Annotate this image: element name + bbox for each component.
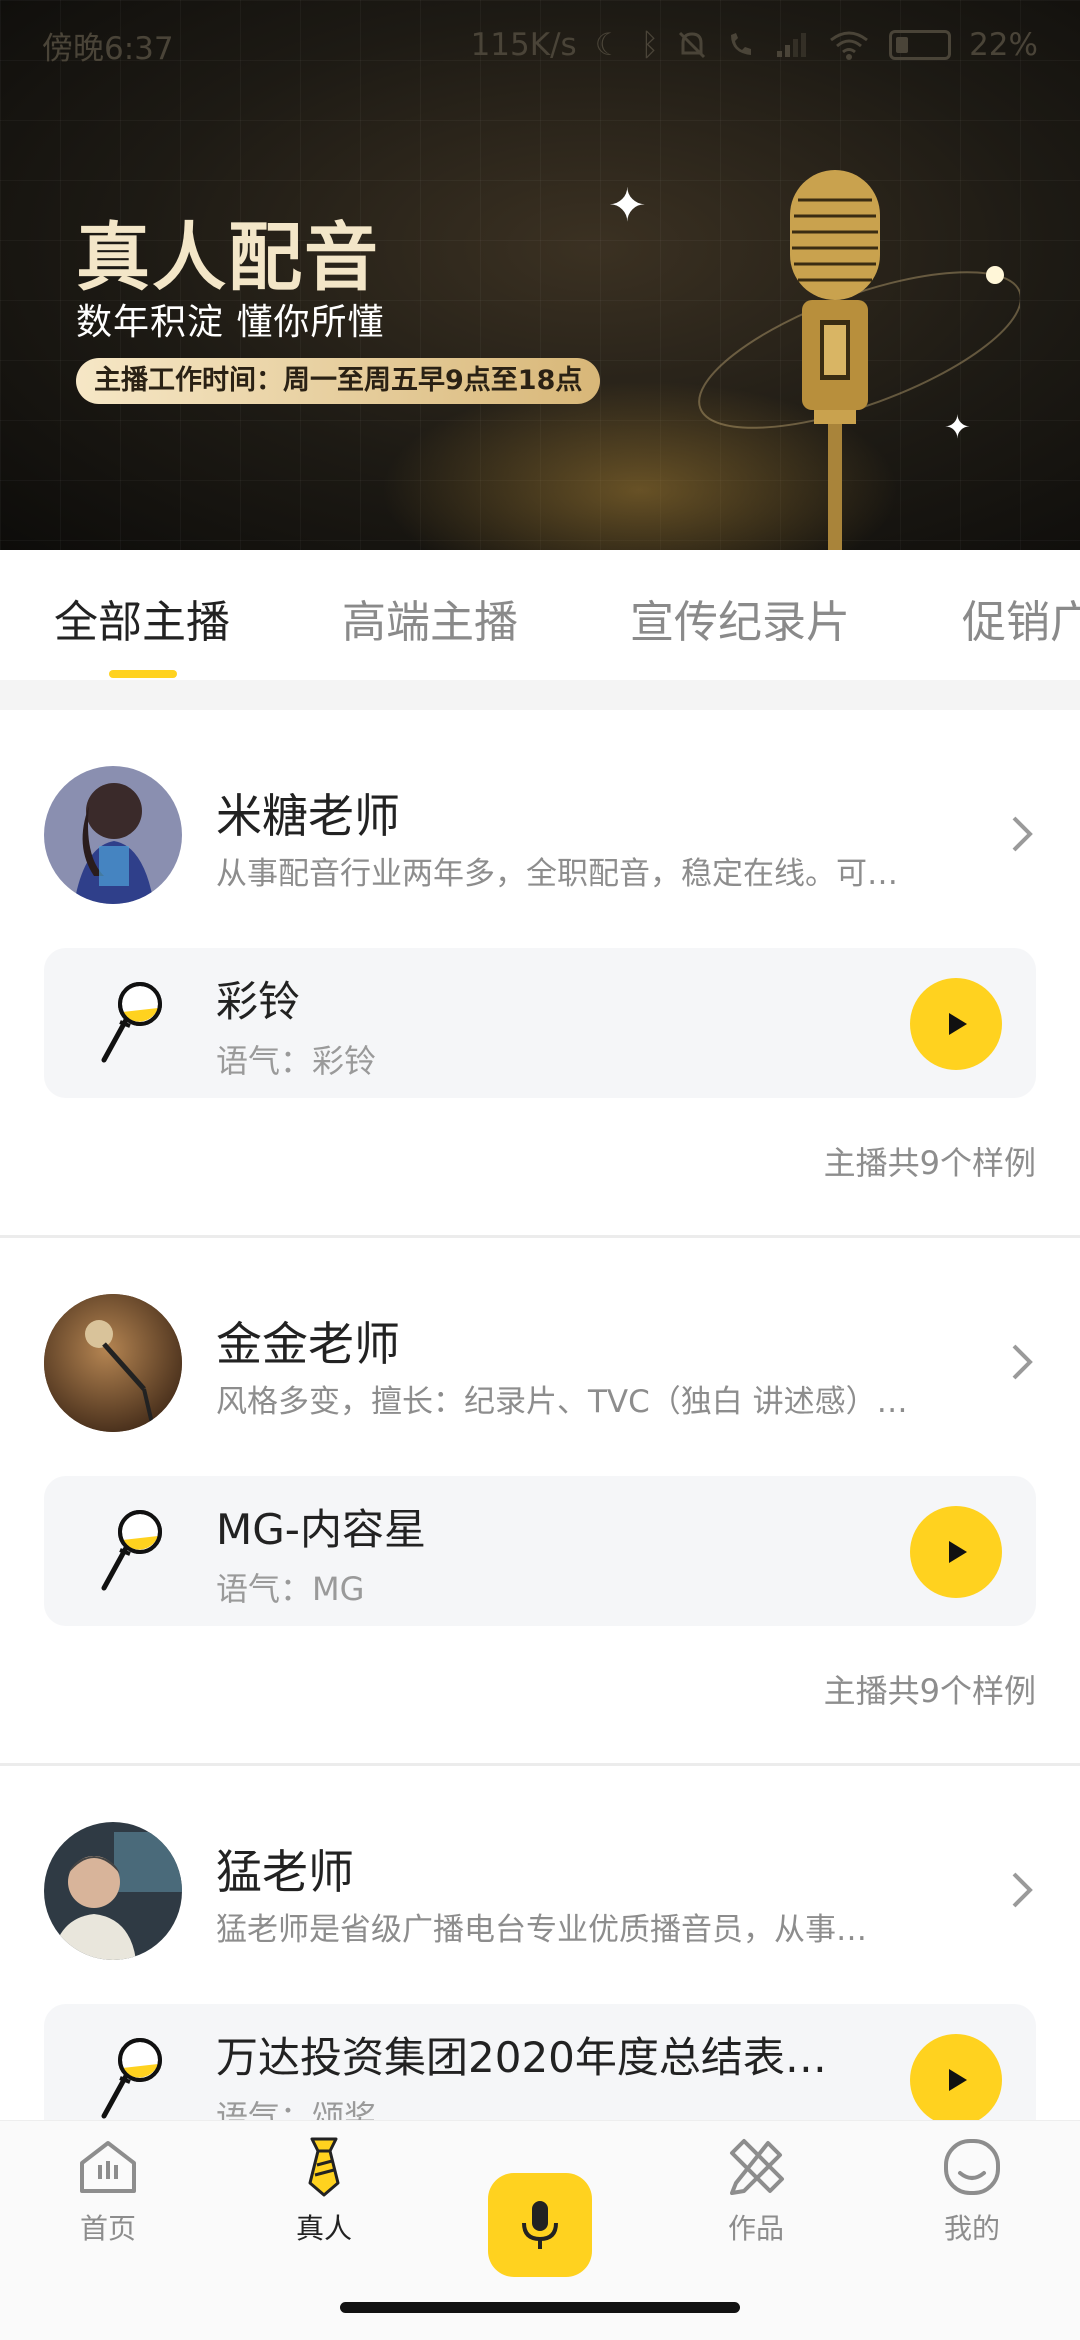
smile-face-icon (944, 2139, 1000, 2195)
sample-tone: 语气：彩铃 (216, 1042, 377, 1080)
sample-count[interactable]: 主播共9个样例 (824, 1666, 1036, 1712)
nav-works[interactable]: 作品 (686, 2135, 826, 2247)
vintage-microphone-illustration (698, 170, 1020, 550)
microphone-icon (101, 982, 162, 1063)
bluetooth-icon: ᛒ (640, 27, 660, 63)
play-button[interactable] (910, 978, 1002, 1070)
wifi-icon (829, 30, 869, 60)
anchor-card: 猛老师 猛老师是省级广播电台专业优质播音员，从事… 万达投资集团2020年度总结… (0, 1766, 1080, 2120)
anchor-description: 风格多变，擅长：纪录片、TVC（独白 讲述感）… (216, 1384, 908, 1420)
section-divider (0, 680, 1080, 710)
chevron-right-icon[interactable] (1006, 814, 1036, 854)
nav-profile[interactable]: 我的 (902, 2135, 1042, 2247)
anchor-card: 米糖老师 从事配音行业两年多，全职配音，稳定在线。可… 彩铃 语气：彩铃 主播共… (0, 710, 1080, 1235)
banner-subtitle: 数年积淀 懂你所懂 (76, 302, 385, 343)
play-icon (949, 1013, 967, 1035)
nav-home-label: 首页 (79, 2212, 136, 2245)
anchor-description: 从事配音行业两年多，全职配音，稳定在线。可… (216, 856, 898, 892)
pencil-ruler-icon (730, 2139, 784, 2195)
avatar[interactable] (44, 766, 182, 904)
category-tabs: 全部主播 高端主播 宣传纪录片 促销广 (0, 550, 1080, 680)
microphone-icon (101, 1510, 162, 1591)
sample-title: 彩铃 (216, 977, 301, 1026)
play-button[interactable] (910, 2034, 1002, 2120)
hero-banner[interactable]: 傍晚6:37 115K/s ☾ ᛒ 22% 真人配音 数年积淀 懂你所懂 主播工… (0, 0, 1080, 550)
network-speed: 115K/s (470, 27, 577, 63)
sample-tone: 语气：MG (216, 1570, 365, 1608)
banner-title: 真人配音 (76, 215, 380, 301)
chevron-right-icon[interactable] (1006, 1870, 1036, 1910)
home-indicator[interactable] (340, 2302, 740, 2313)
call-icon (725, 29, 757, 61)
microphone-icon (101, 2038, 162, 2119)
avatar[interactable] (44, 1822, 182, 1960)
anchor-description: 猛老师是省级广播电台专业优质播音员，从事… (216, 1912, 867, 1948)
record-button[interactable] (488, 2173, 592, 2277)
sample-tone: 语气：颂奖 (216, 2098, 377, 2120)
sample-title: 万达投资集团2020年度总结表… (216, 2033, 827, 2082)
sample-item[interactable]: 彩铃 语气：彩铃 (44, 948, 1036, 1098)
avatar[interactable] (44, 1294, 182, 1432)
tab-promo-documentary[interactable]: 宣传纪录片 (630, 586, 850, 650)
play-icon (949, 2069, 967, 2091)
chevron-right-icon[interactable] (1006, 1342, 1036, 1382)
play-button[interactable] (910, 1506, 1002, 1598)
nav-works-label: 作品 (727, 2212, 784, 2245)
signal-icon (775, 31, 811, 59)
working-hours-pill: 主播工作时间：周一至周五早9点至18点 (76, 358, 601, 404)
tab-all-anchors[interactable]: 全部主播 (54, 586, 230, 650)
anchor-name[interactable]: 米糖老师 (216, 780, 400, 846)
battery-icon (889, 30, 952, 60)
nav-home[interactable]: 首页 (38, 2135, 178, 2247)
moon-icon: ☾ (594, 27, 623, 63)
anchor-name[interactable]: 金金老师 (216, 1308, 400, 1374)
nav-profile-label: 我的 (943, 2212, 1000, 2245)
nav-real-voice-label: 真人 (295, 2212, 352, 2245)
sample-item[interactable]: 万达投资集团2020年度总结表… 语气：颂奖 (44, 2004, 1036, 2120)
microphone-icon (522, 2201, 558, 2249)
percent-sign: % (1008, 27, 1038, 63)
sparkle-icon: ✦ (608, 178, 647, 232)
anchor-card: 金金老师 风格多变，擅长：纪录片、TVC（独白 讲述感）… MG-内容星 语气：… (0, 1238, 1080, 1763)
tab-premium-anchors[interactable]: 高端主播 (342, 586, 518, 650)
active-tab-indicator (109, 670, 177, 678)
battery-level: 22 (969, 27, 1009, 63)
status-bar: 傍晚6:37 115K/s ☾ ᛒ 22% (0, 0, 1080, 90)
tie-icon (308, 2137, 340, 2197)
tab-promotion[interactable]: 促销广 (962, 586, 1080, 650)
sample-item[interactable]: MG-内容星 语气：MG (44, 1476, 1036, 1626)
bell-off-icon (677, 29, 707, 61)
home-icon (80, 2141, 136, 2193)
anchor-name[interactable]: 猛老师 (216, 1836, 354, 1902)
nav-real-voice[interactable]: 真人 (254, 2135, 394, 2247)
status-time: 傍晚6:37 (42, 30, 174, 67)
sample-count[interactable]: 主播共9个样例 (824, 1138, 1036, 1184)
play-icon (949, 1541, 967, 1563)
sample-title: MG-内容星 (216, 1505, 426, 1554)
